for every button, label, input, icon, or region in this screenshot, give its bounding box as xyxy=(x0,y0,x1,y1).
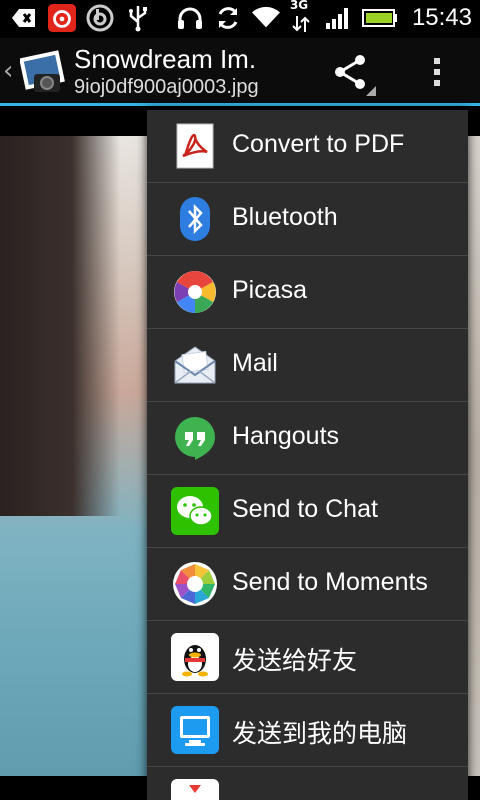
share-item-picasa[interactable]: Picasa xyxy=(147,256,468,329)
signal-icon xyxy=(324,4,352,32)
photo-detail xyxy=(0,136,120,516)
share-item-mail[interactable]: Mail xyxy=(147,329,468,402)
bluetooth-icon xyxy=(171,195,219,243)
share-item-label: Mail xyxy=(232,349,278,377)
share-icon xyxy=(335,55,376,96)
share-button[interactable] xyxy=(326,50,378,98)
mail-icon xyxy=(171,341,219,389)
netease-music-icon xyxy=(48,4,76,32)
share-item-label: Send to Chat xyxy=(232,495,378,523)
share-item-label: 发送给好友 xyxy=(232,647,358,675)
headphones-icon xyxy=(176,4,204,32)
share-item-label: Hangouts xyxy=(232,422,340,450)
share-menu: Convert to PDF Bluetooth Picasa Mail Han… xyxy=(147,110,468,800)
share-item-send-to-my-computer[interactable]: 发送到我的电脑 xyxy=(147,694,468,767)
share-item-bluetooth[interactable]: Bluetooth xyxy=(147,183,468,256)
picasa-icon xyxy=(171,268,219,316)
share-item-partial[interactable] xyxy=(147,767,468,800)
wechat-icon xyxy=(171,487,219,535)
usb-debug-icon xyxy=(10,4,38,32)
overflow-menu-button[interactable] xyxy=(424,50,452,94)
beats-audio-icon xyxy=(86,4,114,32)
page-subtitle: 9ioj0df900aj0003.jpg xyxy=(74,76,259,98)
usb-icon xyxy=(124,4,152,32)
share-item-send-to-friend[interactable]: 发送给好友 xyxy=(147,621,468,694)
app-icon[interactable] xyxy=(19,48,66,94)
wifi-icon xyxy=(251,4,280,32)
share-item-label: Bluetooth xyxy=(232,203,338,231)
share-item-label: 发送到我的电脑 xyxy=(232,720,408,748)
share-item-label: Picasa xyxy=(232,276,308,304)
pdf-icon xyxy=(171,122,219,170)
more-vert-icon xyxy=(434,58,440,86)
app-icon xyxy=(171,779,219,800)
action-bar: ‹ Snowdream Im. 9ioj0df900aj0003.jpg xyxy=(0,38,480,106)
network-type-icon: 3G xyxy=(290,0,314,32)
sync-icon xyxy=(214,4,242,32)
hangouts-icon xyxy=(171,414,219,462)
back-chevron-icon[interactable]: ‹ xyxy=(3,56,13,86)
moments-icon xyxy=(171,560,219,608)
network-type-label: 3G xyxy=(289,0,309,12)
battery-icon xyxy=(361,4,398,32)
share-item-send-to-chat[interactable]: Send to Chat xyxy=(147,475,468,548)
share-item-label: Send to Moments xyxy=(232,568,428,596)
qq-computer-icon xyxy=(171,706,219,754)
share-item-label: Convert to PDF xyxy=(232,130,405,158)
share-item-send-to-moments[interactable]: Send to Moments xyxy=(147,548,468,621)
clock: 15:43 xyxy=(411,4,472,31)
qq-icon xyxy=(171,633,219,681)
share-item-convert-to-pdf[interactable]: Convert to PDF xyxy=(147,110,468,183)
page-title: Snowdream Im. xyxy=(74,44,257,74)
status-bar: 3G 15:43 xyxy=(0,0,480,38)
share-item-hangouts[interactable]: Hangouts xyxy=(147,402,468,475)
